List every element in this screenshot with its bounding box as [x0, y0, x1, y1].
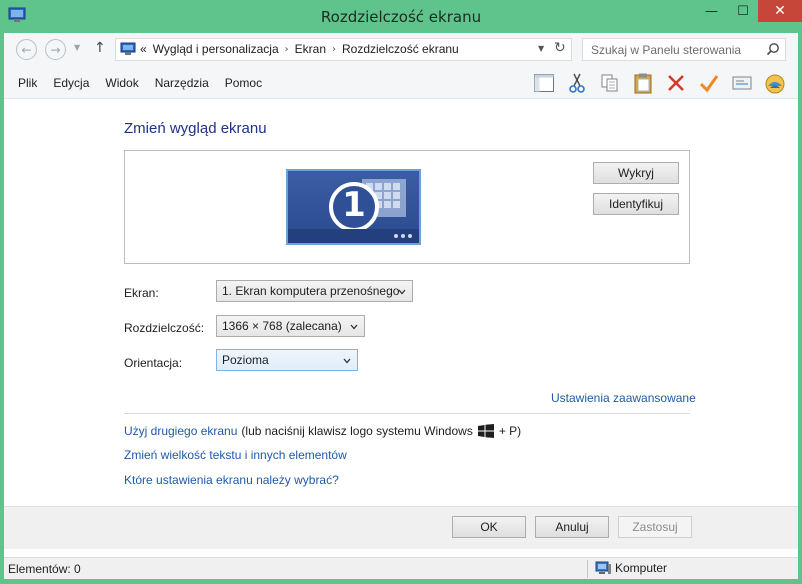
control-panel-icon	[120, 42, 136, 55]
search-box[interactable]	[582, 38, 786, 61]
advanced-settings-link[interactable]: Ustawienia zaawansowane	[551, 391, 696, 405]
divider	[124, 413, 690, 414]
breadcrumb-separator-icon[interactable]: ›	[332, 44, 336, 55]
up-arrow-icon: ↑	[94, 40, 106, 56]
search-icon[interactable]	[766, 42, 780, 56]
which-settings-link[interactable]: Które ustawienia ekranu należy wybrać?	[124, 473, 339, 487]
properties-button[interactable]	[730, 71, 754, 95]
up-button[interactable]: ↑	[94, 40, 106, 56]
second-screen-shortcut: + P)	[498, 424, 522, 438]
display-value: 1. Ekran komputera przenośnego	[222, 284, 400, 298]
copy-button[interactable]	[598, 71, 622, 95]
orientation-select[interactable]: Pozioma	[216, 349, 358, 371]
dialog-footer: OK Anuluj Zastosuj	[4, 507, 798, 549]
paste-icon	[634, 73, 652, 94]
breadcrumb-item-display[interactable]: Ekran	[295, 42, 326, 56]
status-divider	[587, 560, 588, 578]
menu-item-tools[interactable]: Narzędzia	[147, 76, 217, 90]
text-size-link[interactable]: Zmień wielkość tekstu i innych elementów	[124, 448, 347, 462]
address-dropdown-icon[interactable]: ▼	[538, 44, 544, 53]
breadcrumb-overflow-icon[interactable]: «	[140, 42, 147, 56]
forward-button[interactable]: →	[45, 39, 66, 60]
second-screen-link[interactable]: Użyj drugiego ekranu	[124, 424, 237, 438]
menu: Plik Edycja Widok Narzędzia Pomoc	[10, 76, 270, 90]
back-button[interactable]: ←	[16, 39, 37, 60]
close-icon: ✕	[774, 3, 786, 19]
copy-icon	[601, 74, 618, 92]
back-arrow-icon: ←	[21, 42, 32, 57]
maximize-button[interactable]: ☐	[728, 0, 758, 22]
ok-button[interactable]: OK	[452, 516, 526, 538]
chevron-down-icon	[398, 289, 406, 295]
window-title: Rozdzielczość ekranu	[320, 8, 482, 26]
page-title: Zmień wygląd ekranu	[124, 120, 267, 137]
toolbar	[532, 71, 787, 95]
cut-button[interactable]	[565, 71, 589, 95]
delete-button[interactable]	[664, 71, 688, 95]
monitor-1[interactable]: 1	[286, 169, 421, 245]
resolution-value: 1366 × 768 (zalecana)	[222, 319, 342, 333]
display-label: Ekran:	[124, 286, 159, 300]
recent-locations-dropdown[interactable]: ▼	[74, 43, 80, 52]
refresh-icon[interactable]: ↻	[554, 40, 566, 56]
resolution-select[interactable]: 1366 × 768 (zalecana)	[216, 315, 365, 337]
maximize-icon: ☐	[737, 3, 749, 19]
title-bar[interactable]: Rozdzielczość ekranu — ☐ ✕	[0, 0, 802, 33]
second-screen-hint: (lub naciśnij klawisz logo systemu Windo…	[241, 424, 473, 438]
address-row: ← → ▼ ↑ « Wygląd i personalizacja › Ekra…	[4, 33, 798, 66]
address-bar[interactable]: « Wygląd i personalizacja › Ekran › Rozd…	[115, 38, 572, 61]
computer-label: Komputer	[615, 561, 668, 575]
breadcrumb-separator-icon[interactable]: ›	[285, 44, 289, 55]
menu-bar: Plik Edycja Widok Narzędzia Pomoc	[4, 66, 798, 99]
orientation-label: Orientacja:	[124, 356, 183, 370]
second-screen-row: Użyj drugiego ekranu (lub naciśnij klawi…	[124, 424, 521, 438]
apply-button: Zastosuj	[618, 516, 692, 538]
minimize-icon: —	[705, 3, 718, 19]
checkmark-icon	[699, 75, 719, 93]
layout-button[interactable]	[532, 71, 556, 95]
detect-button[interactable]: Wykryj	[593, 162, 679, 184]
windows-logo-icon	[477, 424, 494, 438]
delete-icon	[668, 75, 684, 91]
cancel-button[interactable]: Anuluj	[535, 516, 609, 538]
minimize-button[interactable]: —	[695, 0, 728, 22]
globe-icon	[765, 74, 785, 94]
breadcrumb-item-resolution[interactable]: Rozdzielczość ekranu	[342, 42, 459, 56]
search-input[interactable]	[583, 39, 763, 60]
display-select[interactable]: 1. Ekran komputera przenośnego	[216, 280, 413, 302]
layout-icon	[534, 74, 554, 92]
chevron-down-icon	[343, 358, 351, 364]
identify-button[interactable]: Identyfikuj	[593, 193, 679, 215]
monitor-number: 1	[342, 185, 366, 225]
cut-icon	[569, 73, 585, 93]
menu-item-help[interactable]: Pomoc	[217, 76, 270, 90]
breadcrumb-item-personalization[interactable]: Wygląd i personalizacja	[153, 42, 279, 56]
breadcrumb: « Wygląd i personalizacja › Ekran › Rozd…	[140, 42, 459, 56]
paste-button[interactable]	[631, 71, 655, 95]
confirm-button[interactable]	[697, 71, 721, 95]
resolution-label: Rozdzielczość:	[124, 321, 205, 335]
computer-icon	[595, 561, 611, 574]
status-bar: Elementów: 0 Komputer	[4, 557, 798, 579]
menu-item-view[interactable]: Widok	[97, 76, 146, 90]
close-button[interactable]: ✕	[758, 0, 802, 22]
window: Rozdzielczość ekranu — ☐ ✕ ← → ▼ ↑ « Wyg…	[0, 0, 802, 584]
client-area: ← → ▼ ↑ « Wygląd i personalizacja › Ekra…	[4, 33, 798, 579]
menu-item-edit[interactable]: Edycja	[45, 76, 97, 90]
items-count: Elementów: 0	[8, 562, 81, 576]
properties-icon	[732, 76, 752, 90]
status-location: Komputer	[595, 561, 667, 575]
chevron-down-icon: ▼	[74, 43, 81, 52]
forward-arrow-icon: →	[50, 42, 61, 57]
globe-button[interactable]	[763, 71, 787, 95]
menu-item-file[interactable]: Plik	[10, 76, 45, 90]
orientation-value: Pozioma	[222, 353, 269, 367]
monitor-arrangement-panel: 1 Wykryj Identyfikuj	[124, 150, 690, 264]
chevron-down-icon	[350, 324, 358, 330]
